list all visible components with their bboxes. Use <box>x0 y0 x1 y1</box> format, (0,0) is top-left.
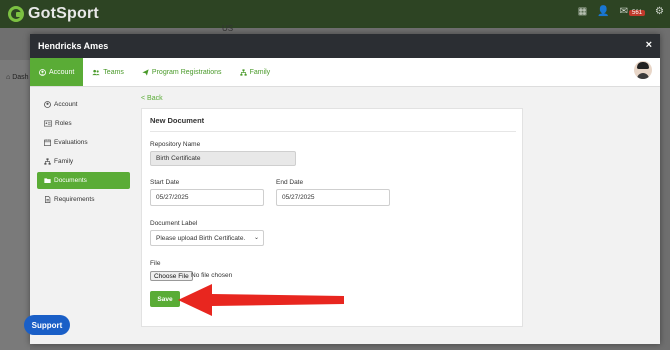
grid-icon[interactable]: ▦ <box>578 6 587 17</box>
file-status-text: No file chosen <box>191 272 233 279</box>
sidebar-item-label: Roles <box>55 120 72 127</box>
logo-text: GotSport <box>28 5 99 22</box>
home-icon: ⌂ <box>6 74 11 81</box>
end-date-label: End Date <box>276 179 304 186</box>
sidebar-item-label: Family <box>54 158 74 165</box>
tab-account-label: Account <box>49 68 75 76</box>
gear-icon[interactable]: ⚙ <box>655 6 664 17</box>
sidebar-item-label: Account <box>54 101 78 108</box>
top-icons: ▦ 👤 ✉ 561 ⚙ <box>578 6 664 17</box>
tab-family[interactable]: Family <box>231 58 280 86</box>
sitemap-icon <box>44 158 51 165</box>
document-label-value: Please upload Birth Certificate. <box>156 234 246 242</box>
sidebar-item-family[interactable]: Family <box>37 153 130 170</box>
user-icon[interactable]: 👤 <box>597 6 609 17</box>
sidebar-item-documents[interactable]: Documents <box>37 172 130 189</box>
repository-name-label: Repository Name <box>150 141 201 148</box>
back-link[interactable]: < Back <box>141 95 163 102</box>
notification-badge: 561 <box>629 10 646 16</box>
file-label: File <box>150 260 161 267</box>
tab-program-registrations-label: Program Registrations <box>151 68 222 76</box>
users-icon <box>92 69 100 75</box>
red-arrow-annotation <box>178 284 344 316</box>
tab-teams-label: Teams <box>103 68 124 76</box>
start-date-label: Start Date <box>150 179 180 186</box>
top-navbar: GotSport ▦ 👤 ✉ 561 ⚙ <box>0 0 670 28</box>
sidebar-item-evaluations[interactable]: Evaluations <box>37 134 130 151</box>
tab-teams[interactable]: Teams <box>83 58 133 86</box>
card-divider <box>150 131 516 132</box>
card-title: New Document <box>150 116 205 125</box>
save-button[interactable]: Save <box>150 291 180 307</box>
paper-plane-icon <box>142 68 149 76</box>
repository-name-field: Birth Certificate <box>150 151 296 166</box>
choose-file-button[interactable]: Choose File <box>150 271 193 281</box>
dash-text: Dash <box>12 74 29 81</box>
tab-account[interactable]: Account <box>30 58 84 86</box>
modal-title: Hendricks Ames <box>38 41 109 51</box>
sidebar: Account Roles Evaluations Family Documen… <box>37 96 130 210</box>
sidebar-item-account[interactable]: Account <box>37 96 130 113</box>
support-button[interactable]: Support <box>24 315 70 335</box>
sidebar-item-label: Requirements <box>54 196 95 203</box>
sidebar-item-roles[interactable]: Roles <box>37 115 130 132</box>
start-date-field[interactable]: 05/27/2025 <box>150 189 264 206</box>
user-circle-icon <box>39 68 46 76</box>
sidebar-item-label: Documents <box>54 177 87 184</box>
close-icon[interactable]: × <box>646 39 652 51</box>
gotsport-logo[interactable]: GotSport <box>8 4 99 24</box>
folder-icon <box>44 178 51 183</box>
sidebar-item-requirements[interactable]: Requirements <box>37 191 130 208</box>
background-left-panel <box>0 60 30 350</box>
modal-header: Hendricks Ames × <box>30 34 660 58</box>
mail-icon[interactable]: ✉ 561 <box>620 6 646 17</box>
sidebar-item-label: Evaluations <box>54 139 88 146</box>
sitemap-icon <box>239 68 247 76</box>
logo-mark-icon <box>8 6 24 22</box>
document-label-label: Document Label <box>150 220 198 227</box>
background-us-text: US <box>222 24 234 33</box>
avatar[interactable] <box>634 61 652 79</box>
document-label-select[interactable]: Please upload Birth Certificate. ⌄ <box>150 230 264 246</box>
modal-tabs: Account Teams Program Registrations Fami… <box>30 58 660 87</box>
file-icon <box>45 196 51 203</box>
chevron-down-icon: ⌄ <box>253 235 259 241</box>
user-circle-icon <box>44 101 51 108</box>
tab-family-label: Family <box>249 68 271 76</box>
id-card-icon <box>44 120 52 127</box>
background-dashboard-link: ⌂ Dash <box>6 74 29 81</box>
tab-program-registrations[interactable]: Program Registrations <box>133 58 231 86</box>
end-date-field[interactable]: 05/27/2025 <box>276 189 390 206</box>
calendar-icon <box>44 139 51 146</box>
